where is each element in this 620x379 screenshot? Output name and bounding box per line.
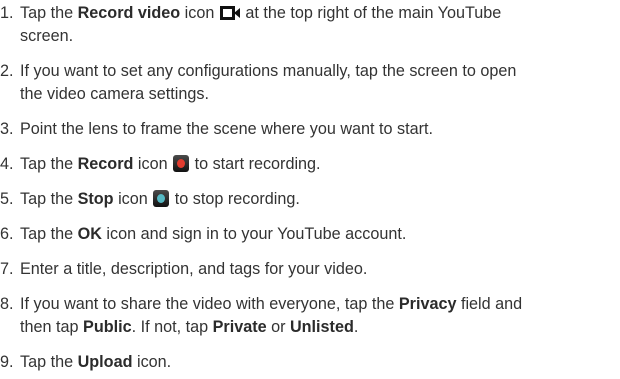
step-number: 4. <box>0 155 14 173</box>
step-text-segment: field and <box>456 295 523 313</box>
step-number: 9. <box>0 353 14 371</box>
step-text-segment: Tap the <box>20 353 78 371</box>
upload-label: Upload <box>77 353 133 371</box>
instruction-list: 1. Tap the Record video icon at the top … <box>0 0 620 379</box>
step-number: 1. <box>0 4 14 22</box>
step-text: then tap Public. If not, tap Private or … <box>20 318 358 337</box>
step-text-segment: Tap the <box>20 155 78 173</box>
step-text-line: the video camera settings. <box>20 85 209 103</box>
public-label: Public <box>83 318 132 336</box>
step-number: 7. <box>0 260 14 278</box>
record-video-label: Record video <box>77 4 181 22</box>
step-number: 2. <box>0 62 14 80</box>
step-number: 8. <box>0 295 14 313</box>
video-camera-icon <box>219 5 240 20</box>
step-text-segment: If you want to share the video with ever… <box>20 295 399 313</box>
step-text-segment: at the top right of the main YouTube <box>240 4 502 22</box>
step-text-line: Point the lens to frame the scene where … <box>20 120 434 138</box>
step-text-segment: to start recording. <box>190 155 321 173</box>
step-text-segment: . <box>353 318 359 336</box>
stop-label: Stop <box>77 190 114 208</box>
step-text-line: screen. <box>20 27 74 45</box>
step-text-segment: or <box>266 318 290 336</box>
step-text-segment: Tap the <box>20 190 78 208</box>
step-text-line: Enter a title, description, and tags for… <box>20 260 368 278</box>
record-button-icon <box>173 155 190 172</box>
ok-label: OK <box>77 225 102 243</box>
step-number: 5. <box>0 190 14 208</box>
step-text: Tap the Record video icon at the top rig… <box>20 4 501 23</box>
step-text-segment: . If not, tap <box>131 318 213 336</box>
step-text-line: If you want to set any configurations ma… <box>20 62 517 80</box>
step-text: Tap the Stop icon to stop recording. <box>20 190 300 209</box>
step-number: 3. <box>0 120 14 138</box>
step-text-segment: then tap <box>20 318 84 336</box>
step-text-segment: Tap the <box>20 225 78 243</box>
step-text-segment: Tap the <box>20 4 78 22</box>
stop-button-icon <box>153 190 170 207</box>
step-text: Tap the Record icon to start recording. <box>20 155 321 174</box>
step-text-segment: icon <box>180 4 215 22</box>
unlisted-label: Unlisted <box>289 318 354 336</box>
record-label: Record <box>77 155 134 173</box>
step-number: 6. <box>0 225 14 243</box>
step-text-segment: icon <box>133 155 168 173</box>
privacy-label: Privacy <box>398 295 457 313</box>
step-text-segment: icon. <box>132 353 172 371</box>
step-text: If you want to share the video with ever… <box>20 295 522 314</box>
step-text: Tap the Upload icon. <box>20 353 171 372</box>
private-label: Private <box>212 318 267 336</box>
step-text-segment: to stop recording. <box>170 190 300 208</box>
step-text-segment: icon and sign in to your YouTube account… <box>101 225 407 243</box>
step-text-segment: icon <box>113 190 148 208</box>
step-text: Tap the OK icon and sign in to your YouT… <box>20 225 406 244</box>
